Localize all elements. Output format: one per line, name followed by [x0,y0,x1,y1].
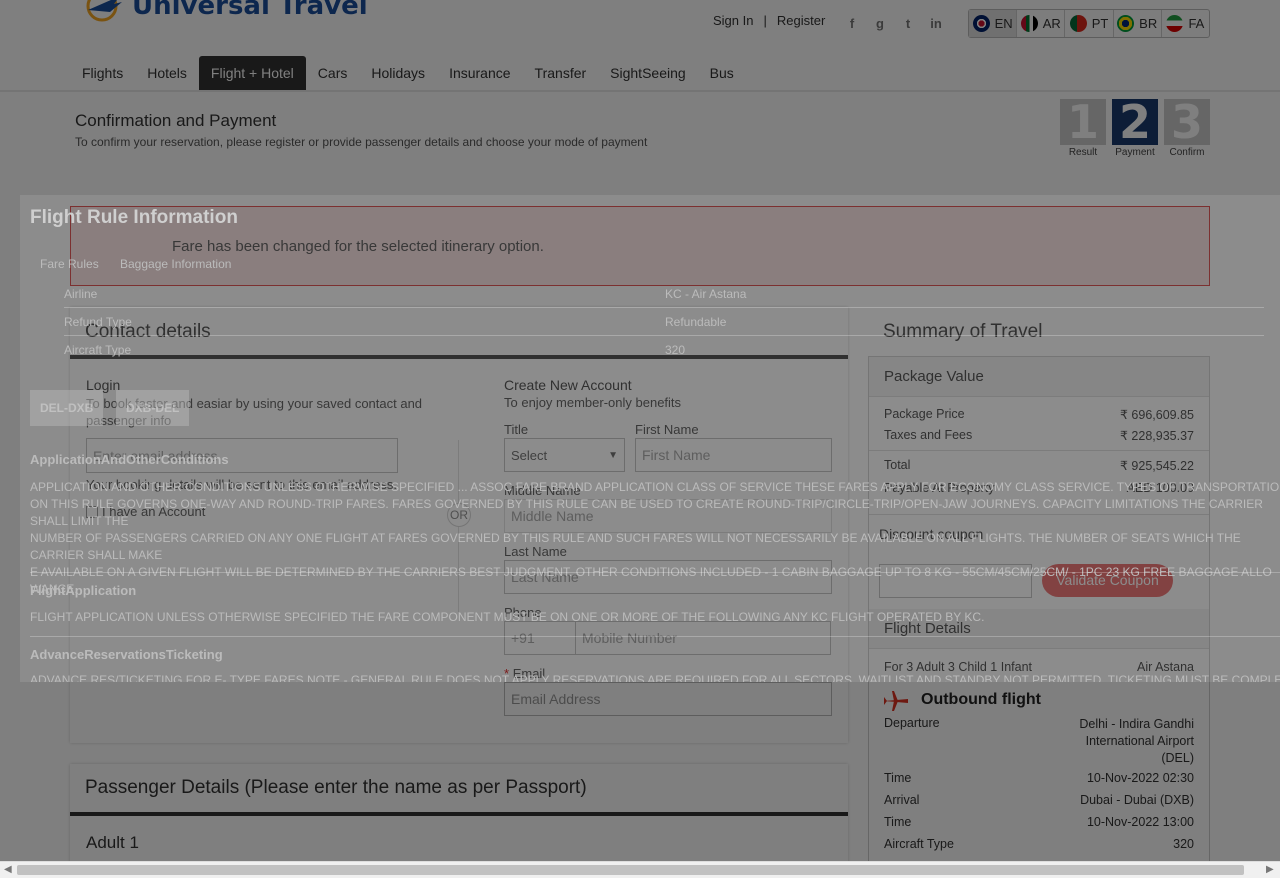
arrival-time-row: Time 10-Nov-2022 13:00 [884,815,1194,837]
step-payment: 2 Payment [1112,99,1158,158]
modal-title: Flight Rule Information [30,207,238,228]
brand-name: Universal Travel [132,0,368,21]
uae-flag-icon [1020,15,1038,32]
nav-bus[interactable]: Bus [698,56,746,90]
segment-button-del-dxb[interactable]: DEL-DXB [30,390,104,426]
passenger-title: Passenger Details (Please enter the name… [85,777,587,798]
info-label: Aircraft Type [64,343,132,357]
lang-label: BR [1139,16,1158,31]
section-title: AdvanceReservationsTicketing [30,647,223,662]
nav-transfer[interactable]: Transfer [523,56,599,90]
section-text: FLIGHT APPLICATION UNLESS OTHERWISE SPEC… [30,610,985,624]
row-label: Time [884,815,912,829]
nav-flight-hotel[interactable]: Flight + Hotel [198,56,306,90]
brazil-flag-icon [1117,15,1135,32]
twitter-icon[interactable]: t [901,16,915,32]
flight-detail-rows: Departure Delhi - Indira Gandhi Internati… [884,716,1194,859]
departure-row: Departure Delhi - Indira Gandhi Internati… [884,716,1194,771]
row-value: 320 [1173,837,1194,851]
linkedin-icon[interactable]: in [929,16,943,32]
passenger-title-bar [70,812,848,816]
lang-br[interactable]: BR [1114,10,1162,37]
facebook-icon[interactable]: f [845,16,859,32]
aircraft-row: Aircraft Type 320 [884,837,1194,859]
nav-divider [0,90,1280,92]
nav-insurance[interactable]: Insurance [437,56,522,90]
tab-baggage-information[interactable]: Baggage Information [120,257,231,271]
google-plus-icon[interactable]: g [873,16,887,32]
sign-in-link[interactable]: Sign In [713,13,753,28]
uk-flag-icon [972,15,990,32]
airplane-icon [884,691,908,711]
arrival-row: Arrival Dubai - Dubai (DXB) [884,793,1194,815]
lang-label: EN [994,16,1013,31]
nav-flights[interactable]: Flights [70,56,135,90]
info-label: Airline [64,287,98,301]
email-input[interactable]: Email Address [504,682,832,716]
scroll-right-icon[interactable]: ▶ [1266,864,1274,875]
lang-label: PT [1091,16,1109,31]
brand-logo[interactable]: Universal Travel [84,0,368,22]
step-number: 2 [1112,99,1158,145]
nav-sightseeing[interactable]: SightSeeing [598,56,698,90]
departure-time-row: Time 10-Nov-2022 02:30 [884,771,1194,793]
step-label: Payment [1115,147,1155,158]
row-label: Aircraft Type [884,837,954,851]
section-title: ApplicationAndOtherConditions [30,452,229,467]
tab-fare-rules[interactable]: Fare Rules [40,257,99,271]
lang-ar[interactable]: AR [1017,10,1066,37]
iran-flag-icon [1166,15,1184,32]
language-switcher: EN AR PT BR FA [968,9,1210,38]
auth-separator: | [763,13,767,28]
step-confirm: 3 Confirm [1164,99,1210,158]
row-label: Time [884,771,912,785]
info-value: KC - Air Astana [665,287,747,301]
nav-hotels[interactable]: Hotels [135,56,199,90]
row-value: Dubai - Dubai (DXB) [1080,793,1194,807]
nav-holidays[interactable]: Holidays [359,56,437,90]
section-title: FlightApplication [30,583,137,598]
section-text: APPLICATION AND OTHER CONDITIONS UNLESS … [30,480,1280,596]
step-number: 3 [1164,99,1210,145]
row-value: 10-Nov-2022 02:30 [1086,771,1194,785]
section-divider [30,572,1280,573]
page-subtitle: To confirm your reservation, please regi… [75,135,648,149]
booking-steps: 1 Result 2 Payment 3 Confirm [1060,99,1210,158]
step-result: 1 Result [1060,99,1106,158]
page-title: Confirmation and Payment [75,111,277,130]
lang-fa[interactable]: FA [1162,10,1209,37]
row-divider [64,335,1264,336]
info-value: 320 [665,343,686,357]
flight-rule-modal: Flight Rule Information Fare Rules Bagga… [20,195,1280,682]
nav-cars[interactable]: Cars [306,56,360,90]
row-label: Departure [884,716,940,730]
airplane-globe-icon [86,0,122,22]
lang-en[interactable]: EN [969,10,1018,37]
row-value: 10-Nov-2022 13:00 [1086,815,1194,829]
row-divider [64,307,1264,308]
lang-pt[interactable]: PT [1065,10,1114,37]
scroll-left-icon[interactable]: ◀ [4,864,12,875]
scrollbar-thumb[interactable] [17,865,1244,875]
row-value: Delhi - Indira Gandhi International Airp… [1079,717,1194,765]
portugal-flag-icon [1069,15,1087,32]
info-value: Refundable [665,315,727,329]
outbound-heading: Outbound flight [921,691,1041,708]
lang-label: AR [1042,16,1061,31]
register-link[interactable]: Register [777,13,825,28]
segment-button-dxb-del[interactable]: DXB-DEL [116,390,190,426]
lang-label: FA [1188,16,1205,31]
row-label: Arrival [884,793,920,807]
social-links: f g t in [845,16,943,32]
section-text: ADVANCE RES/TICKETING FOR E- TYPE FARES … [30,673,1280,682]
auth-links: Sign In | Register [713,13,825,28]
main-nav: Flights Hotels Flight + Hotel Cars Holid… [70,56,746,90]
info-label: Refund Type [64,315,132,329]
step-number: 1 [1060,99,1106,145]
placeholder: Email Address [511,691,601,707]
step-label: Confirm [1169,147,1205,158]
section-divider [30,636,1280,637]
adult-heading: Adult 1 [86,833,139,852]
